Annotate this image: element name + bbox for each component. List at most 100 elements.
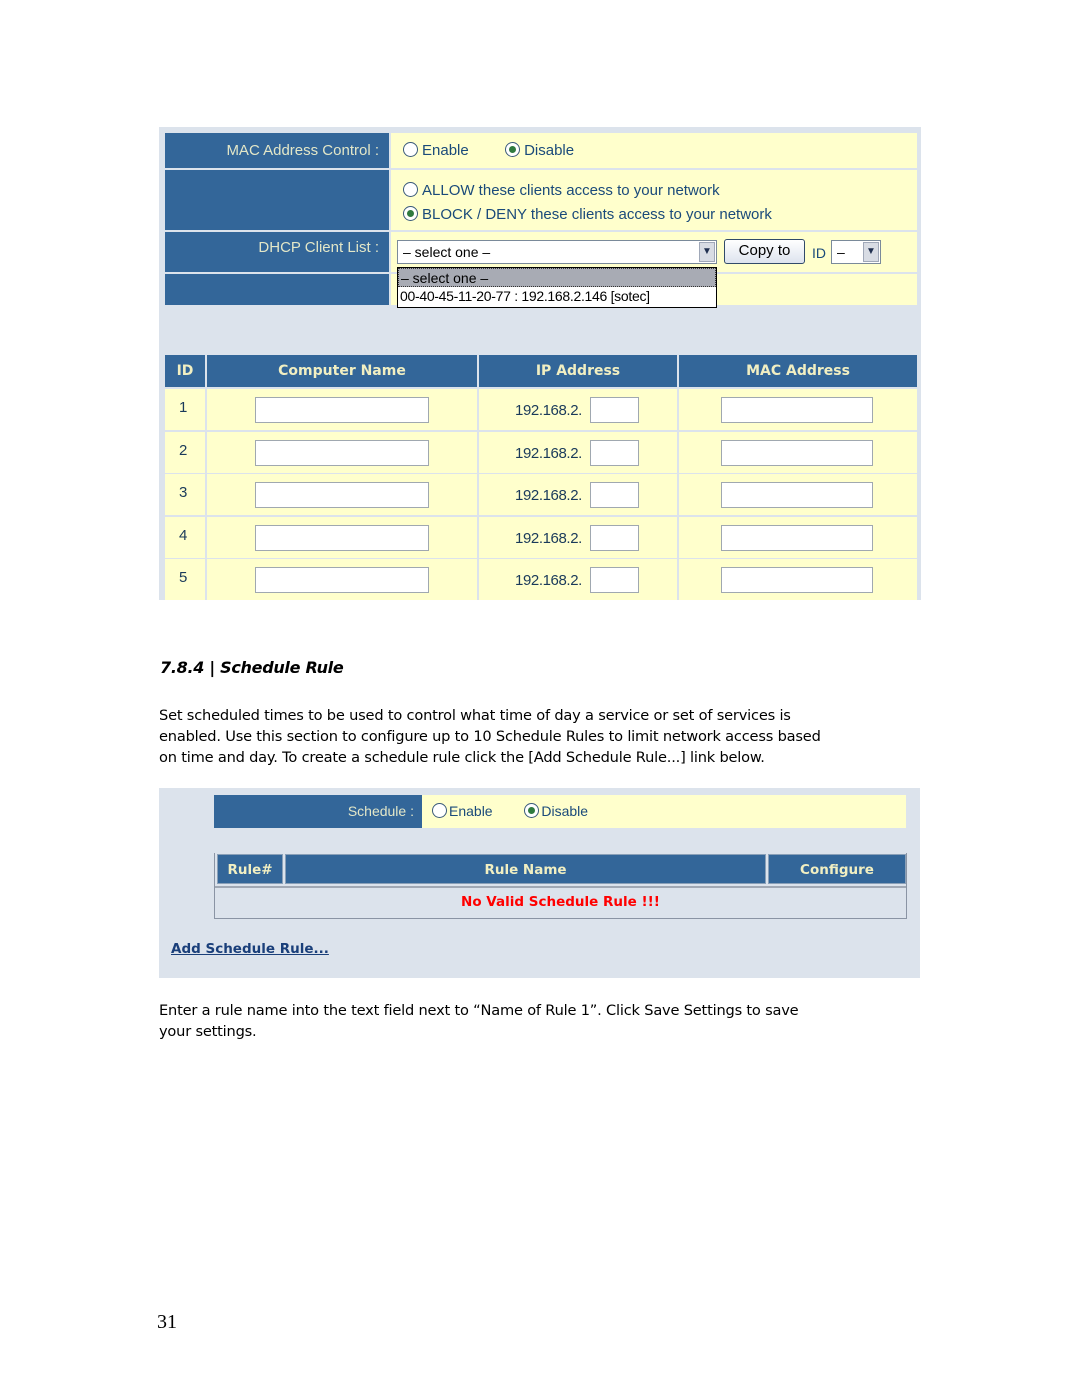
ip-address-cell: 192.168.2. (479, 389, 677, 430)
row-id-cell: 2 (165, 432, 205, 473)
mac-address-input[interactable] (721, 567, 873, 593)
spacer-label (165, 274, 389, 305)
dhcp-option-client[interactable]: 00-40-45-11-20-77 : 192.168.2.146 [sotec… (398, 287, 716, 306)
ip-address-cell: 192.168.2. (479, 432, 677, 473)
row-id-cell: 1 (165, 389, 205, 430)
schedule-disable-label: Disable (541, 803, 589, 819)
mac-address-cell (679, 432, 917, 473)
schedule-rules-table: Rule# Rule Name Configure No Valid Sched… (214, 853, 907, 919)
ip-prefix: 192.168.2. (515, 572, 582, 589)
access-mode-label (165, 170, 389, 230)
intro-line: enabled. Use this section to configure u… (159, 728, 821, 745)
add-schedule-rule-link[interactable]: Add Schedule Rule... (171, 941, 329, 957)
mac-address-input[interactable] (721, 397, 873, 423)
id-label: ID (812, 245, 826, 261)
computer-name-cell (207, 389, 477, 430)
col-header-rule-number: Rule# (217, 854, 283, 884)
access-mode-row: ALLOW these clients access to your netwo… (165, 170, 917, 230)
mac-enable-label: Enable (422, 142, 469, 159)
ip-address-cell: 192.168.2. (479, 474, 677, 515)
ip-suffix-input[interactable] (590, 440, 639, 466)
computer-name-input[interactable] (255, 440, 429, 466)
row-id: 3 (179, 484, 188, 501)
col-header-rule-name: Rule Name (285, 854, 766, 884)
mac-address-cell (679, 474, 917, 515)
ip-suffix-input[interactable] (590, 482, 639, 508)
section-heading: 7.8.4 | Schedule Rule (160, 658, 344, 677)
ip-suffix-input[interactable] (590, 567, 639, 593)
schedule-panel: Schedule : Enable Disable Rule# Rule Nam… (159, 788, 920, 978)
radio-on-icon (524, 803, 540, 818)
mac-address-cell (679, 389, 917, 430)
dhcp-option-select-one[interactable]: – select one – (398, 268, 716, 287)
allow-label: ALLOW these clients access to your netwo… (422, 182, 720, 199)
computer-name-input[interactable] (255, 525, 429, 551)
col-header-mac-address: MAC Address (679, 355, 917, 387)
computer-name-input[interactable] (255, 567, 429, 593)
col-header-configure: Configure (768, 854, 906, 884)
section-intro: Set scheduled times to be used to contro… (159, 705, 939, 768)
deny-label: BLOCK / DENY these clients access to you… (422, 206, 772, 223)
ip-address-cell: 192.168.2. (479, 517, 677, 558)
computer-name-cell (207, 474, 477, 515)
chevron-down-icon[interactable]: ▼ (699, 242, 715, 262)
computer-name-input[interactable] (255, 482, 429, 508)
dhcp-selected-value: – select one – (403, 244, 491, 260)
mac-address-cell (679, 559, 917, 600)
schedule-enable-label: Enable (449, 803, 493, 819)
row-id: 1 (179, 399, 188, 416)
ip-prefix: 192.168.2. (515, 530, 582, 547)
schedule-label: Schedule : (214, 795, 422, 828)
radio-off-icon (403, 182, 418, 197)
dhcp-client-row: DHCP Client List : – select one – ▼ Copy… (165, 232, 917, 272)
row-id: 2 (179, 442, 188, 459)
radio-off-icon (403, 142, 418, 157)
col-header-ip-address: IP Address (479, 355, 677, 387)
dhcp-dropdown-list: – select one – 00-40-45-11-20-77 : 192.1… (397, 267, 717, 308)
mac-control-options: Enable Disable (391, 133, 917, 168)
col-header-id: ID (165, 355, 205, 387)
ip-prefix: 192.168.2. (515, 487, 582, 504)
access-mode-options: ALLOW these clients access to your netwo… (391, 170, 917, 230)
ip-suffix-input[interactable] (590, 525, 639, 551)
ip-address-cell: 192.168.2. (479, 559, 677, 600)
allow-radio[interactable]: ALLOW these clients access to your netwo… (403, 179, 917, 203)
mac-control-label: MAC Address Control : (165, 133, 389, 168)
id-selected-value: – (837, 244, 845, 260)
schedule-options: Enable Disable (422, 795, 906, 828)
deny-radio[interactable]: BLOCK / DENY these clients access to you… (403, 203, 917, 227)
schedule-control-row: Schedule : Enable Disable (214, 795, 906, 828)
dhcp-client-select[interactable]: – select one – ▼ (397, 240, 717, 264)
copy-to-button[interactable]: Copy to (724, 239, 805, 264)
row-id: 5 (179, 569, 188, 586)
row-id-cell: 3 (165, 474, 205, 515)
chevron-down-icon[interactable]: ▼ (863, 242, 879, 262)
page-number: 31 (157, 1311, 177, 1333)
row-id-cell: 4 (165, 517, 205, 558)
computer-name-input[interactable] (255, 397, 429, 423)
section-footer: Enter a rule name into the text field ne… (159, 1000, 939, 1042)
dhcp-client-controls: – select one – ▼ Copy to ID – ▼ (391, 232, 917, 272)
footer-line: your settings. (159, 1023, 257, 1040)
radio-off-icon (432, 803, 447, 818)
computer-name-cell (207, 432, 477, 473)
id-select[interactable]: – ▼ (831, 240, 881, 264)
schedule-disable-radio[interactable]: Disable (524, 803, 588, 819)
computer-name-cell (207, 517, 477, 558)
mac-address-input[interactable] (721, 525, 873, 551)
mac-control-row: MAC Address Control : Enable Disable (165, 133, 917, 168)
mac-disable-label: Disable (524, 142, 575, 159)
mac-address-control-panel: MAC Address Control : Enable Disable ALL… (159, 127, 921, 600)
mac-enable-radio[interactable]: Enable (403, 142, 469, 159)
mac-disable-radio[interactable]: Disable (505, 142, 574, 159)
mac-address-input[interactable] (721, 440, 873, 466)
intro-line: on time and day. To create a schedule ru… (159, 749, 765, 766)
computer-name-cell (207, 559, 477, 600)
radio-on-icon (505, 142, 521, 157)
mac-address-input[interactable] (721, 482, 873, 508)
schedule-enable-radio[interactable]: Enable (432, 803, 493, 819)
ip-suffix-input[interactable] (590, 397, 639, 423)
row-id-cell: 5 (165, 559, 205, 600)
footer-line: Enter a rule name into the text field ne… (159, 1002, 799, 1019)
ip-prefix: 192.168.2. (515, 402, 582, 419)
